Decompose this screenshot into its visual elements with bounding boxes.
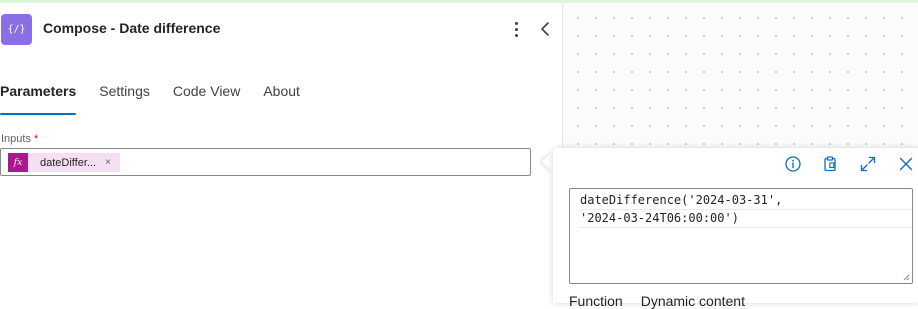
inputs-label-text: Inputs [1, 133, 31, 145]
function-icon: fx [8, 153, 28, 172]
tab-function[interactable]: Function [569, 293, 623, 309]
info-icon[interactable] [784, 155, 802, 173]
inputs-label: Inputs * [1, 133, 38, 145]
expression-token-label: dateDiffer... [40, 156, 97, 169]
more-options-icon[interactable] [508, 18, 524, 40]
expression-token[interactable]: fx dateDiffer... × [8, 153, 120, 172]
tab-parameters[interactable]: Parameters [0, 81, 77, 115]
expression-editor-popout: dateDifference('2024-03-31', '2024-03-24… [553, 148, 918, 309]
resize-grip-icon[interactable] [902, 273, 910, 281]
collapse-panel-icon[interactable] [537, 19, 555, 39]
action-details-panel: {/} Compose - Date difference Parameters… [0, 3, 563, 303]
expression-editor[interactable]: dateDifference('2024-03-31', '2024-03-24… [569, 188, 913, 284]
tab-dynamic-content[interactable]: Dynamic content [641, 293, 745, 309]
tab-code-view[interactable]: Code View [173, 81, 240, 115]
panel-tabs: Parameters Settings Code View About [0, 81, 323, 115]
code-line-1: dateDifference('2024-03-31', [580, 193, 783, 207]
required-marker: * [34, 133, 39, 145]
compose-action-icon: {/} [1, 14, 32, 45]
expand-icon[interactable] [859, 155, 877, 173]
expression-editor-tabs: Function Dynamic content [569, 293, 763, 309]
tab-about[interactable]: About [263, 81, 300, 115]
inputs-field[interactable]: fx dateDiffer... × [0, 148, 531, 176]
close-icon[interactable] [897, 155, 915, 173]
compose-icon-glyph: {/} [7, 24, 26, 35]
remove-token-icon[interactable]: × [105, 157, 111, 168]
clipboard-icon[interactable] [821, 155, 839, 173]
panel-title[interactable]: Compose - Date difference [43, 20, 220, 36]
code-line-2: '2024-03-24T06:00:00') [578, 209, 912, 228]
tab-settings[interactable]: Settings [99, 81, 150, 115]
